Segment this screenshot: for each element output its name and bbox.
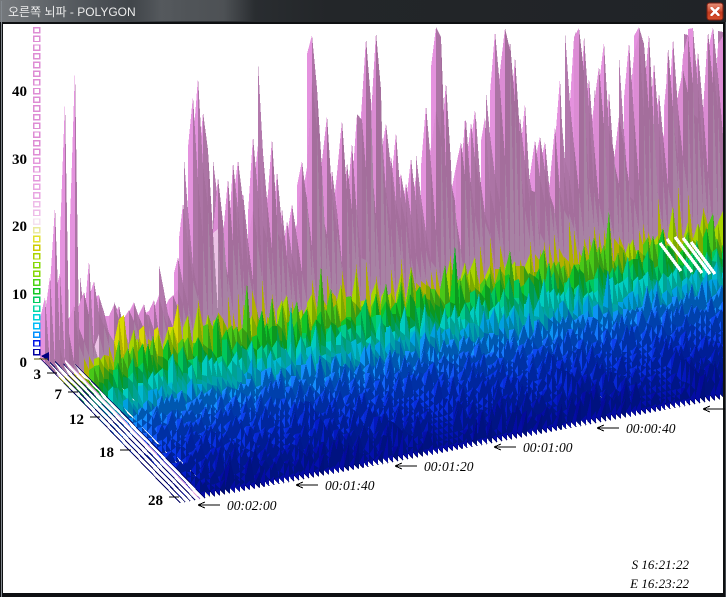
svg-text:10: 10 <box>12 287 27 303</box>
svg-text:18: 18 <box>99 445 114 461</box>
svg-text:12: 12 <box>69 412 84 428</box>
svg-text:7: 7 <box>55 387 63 403</box>
svg-text:28: 28 <box>148 493 163 509</box>
svg-text:00:00:40: 00:00:40 <box>626 421 676 436</box>
svg-text:30: 30 <box>12 152 27 168</box>
svg-text:20: 20 <box>12 219 27 235</box>
svg-text:S 16:21:22: S 16:21:22 <box>632 557 690 572</box>
svg-text:00:01:00: 00:01:00 <box>523 440 573 455</box>
svg-text:0: 0 <box>20 355 28 371</box>
svg-text:40: 40 <box>12 84 27 100</box>
svg-text:00:02:00: 00:02:00 <box>227 498 277 513</box>
svg-text:00:01:20: 00:01:20 <box>424 459 474 474</box>
svg-text:오른쪽 뇌파 - POLYGON: 오른쪽 뇌파 - POLYGON <box>8 5 136 19</box>
svg-text:3: 3 <box>34 367 42 383</box>
svg-text:00:01:40: 00:01:40 <box>325 478 375 493</box>
svg-text:E 16:23:22: E 16:23:22 <box>629 576 689 591</box>
